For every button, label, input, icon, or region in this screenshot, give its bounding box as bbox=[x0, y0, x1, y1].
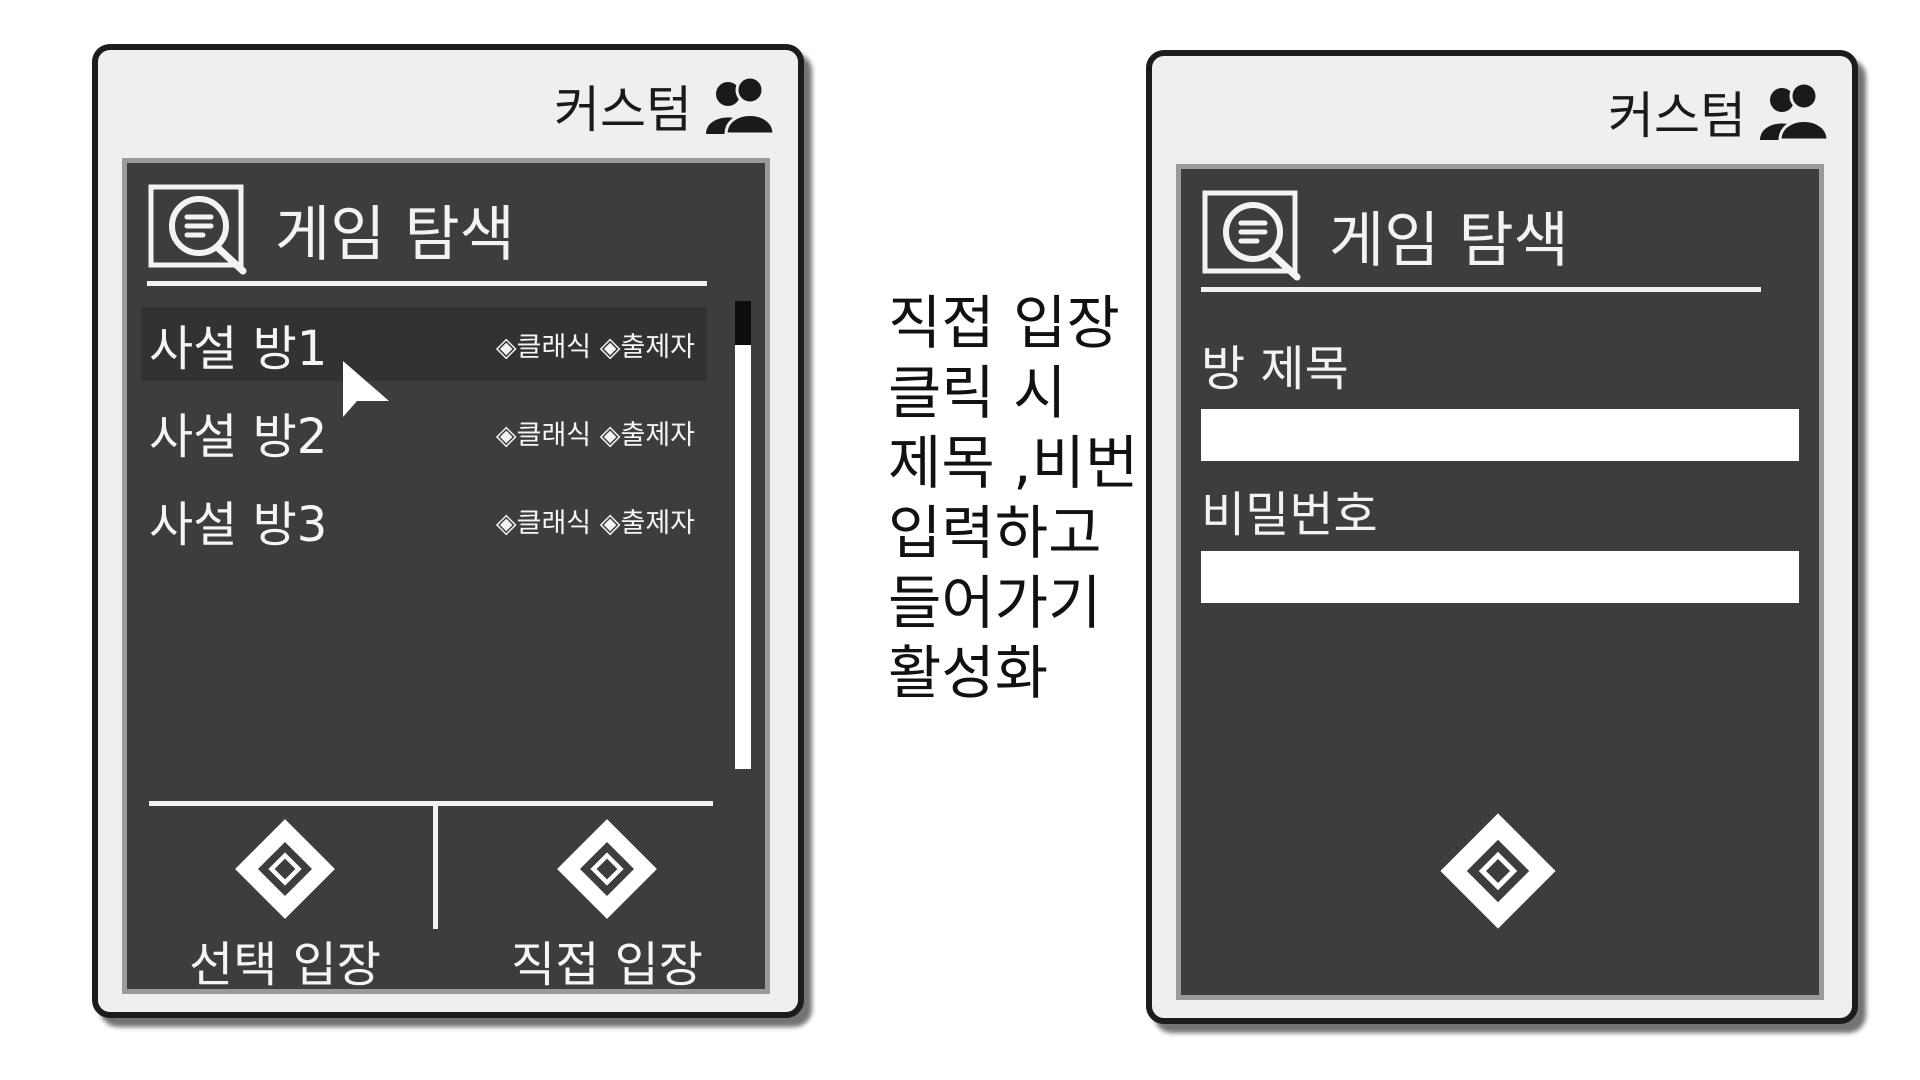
custom-header[interactable]: 커스텀 bbox=[1608, 76, 1830, 148]
mouse-cursor-icon bbox=[343, 361, 389, 417]
direct-enter-label: 직접 입장 bbox=[511, 937, 703, 993]
direct-enter-screen: 게임 탐색 방 제목 비밀번호 bbox=[1176, 164, 1824, 1000]
right-device-frame: 커스텀 게임 탐색 방 제목 비밀번호 bbox=[1146, 50, 1858, 1024]
room-name: 사설 방3 bbox=[149, 497, 328, 553]
annotation-note: 직접 입장 클릭 시 제목 ,비번 입력하고 들어가기 활성화 bbox=[888, 289, 1139, 707]
diamond-enter-icon bbox=[233, 817, 337, 921]
search-chat-icon bbox=[1201, 189, 1305, 281]
page-title: 게임 탐색 bbox=[1329, 205, 1569, 276]
password-input[interactable] bbox=[1201, 551, 1799, 603]
room-title-label: 방 제목 bbox=[1201, 341, 1349, 397]
select-enter-label: 선택 입장 bbox=[189, 937, 381, 993]
room-name: 사설 방1 bbox=[149, 321, 328, 377]
title-row: 게임 탐색 bbox=[1201, 189, 1569, 281]
action-separator bbox=[433, 803, 438, 929]
room-list: 사설 방1 ◈클래식 ◈출제자 사설 방2 ◈클래식 ◈출제자 사설 방3 ◈클… bbox=[141, 307, 707, 571]
room-tags: ◈클래식 ◈출제자 bbox=[495, 507, 695, 539]
diamond-enter-icon bbox=[555, 817, 659, 921]
room-title-input[interactable] bbox=[1201, 409, 1799, 461]
room-name: 사설 방2 bbox=[149, 409, 328, 465]
room-tags: ◈클래식 ◈출제자 bbox=[495, 331, 695, 363]
custom-label: 커스텀 bbox=[1608, 87, 1746, 145]
diamond-enter-icon bbox=[1438, 809, 1558, 933]
room-item-1[interactable]: 사설 방1 ◈클래식 ◈출제자 bbox=[141, 307, 707, 381]
room-list-scrollbar[interactable] bbox=[735, 301, 751, 769]
select-enter-button[interactable]: 선택 입장 bbox=[145, 817, 425, 993]
password-label: 비밀번호 bbox=[1201, 487, 1378, 543]
scrollbar-thumb[interactable] bbox=[735, 301, 751, 345]
room-tags: ◈클래식 ◈출제자 bbox=[495, 419, 695, 451]
custom-label: 커스텀 bbox=[554, 81, 692, 139]
title-row: 게임 탐색 bbox=[147, 183, 515, 275]
custom-header[interactable]: 커스텀 bbox=[554, 70, 776, 142]
users-icon bbox=[702, 76, 776, 136]
action-divider bbox=[149, 801, 713, 806]
enter-button[interactable] bbox=[1438, 809, 1558, 933]
page-title: 게임 탐색 bbox=[275, 199, 515, 270]
title-divider bbox=[147, 281, 707, 286]
direct-enter-button[interactable]: 직접 입장 bbox=[467, 817, 747, 993]
search-chat-icon bbox=[147, 183, 251, 275]
game-search-screen: 게임 탐색 사설 방1 ◈클래식 ◈출제자 사설 방2 ◈클래식 ◈출제자 사설… bbox=[122, 158, 770, 994]
room-item-3[interactable]: 사설 방3 ◈클래식 ◈출제자 bbox=[141, 483, 707, 557]
title-divider bbox=[1201, 287, 1761, 292]
room-item-2[interactable]: 사설 방2 ◈클래식 ◈출제자 bbox=[141, 395, 707, 469]
left-device-frame: 커스텀 게임 탐색 사설 방1 ◈클래식 ◈출제자 사설 방2 ◈클래식 ◈출제… bbox=[92, 44, 804, 1018]
users-icon bbox=[1756, 82, 1830, 142]
